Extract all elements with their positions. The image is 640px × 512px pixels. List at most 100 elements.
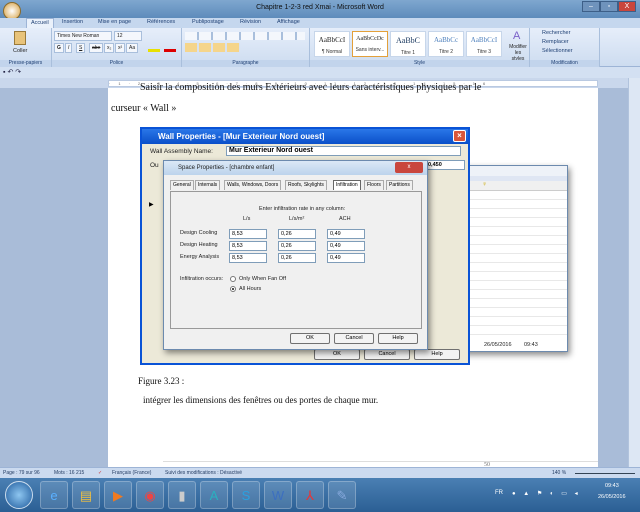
tab-revision[interactable]: Révision — [240, 19, 261, 25]
chrome-icon[interactable]: ◉ — [136, 481, 164, 509]
title-bar: Chapitre 1-2-3 red Xmai - Microsoft Word… — [0, 0, 640, 20]
replace-button[interactable]: Remplacer — [542, 39, 569, 45]
clipboard-label: Presse-papiers — [0, 60, 51, 67]
highlight-icon[interactable] — [148, 43, 160, 52]
tab-references[interactable]: Références — [147, 19, 175, 25]
tray-icons[interactable]: ● ▲ ⚑ ◐ ▭ ◂ — [512, 490, 581, 497]
word-icon[interactable]: W — [264, 481, 292, 509]
file-explorer-icon[interactable]: ▤ — [72, 481, 100, 509]
cooling-ach-input[interactable]: 0,49 — [327, 229, 365, 239]
strikethrough-button[interactable]: abe — [89, 43, 104, 53]
wall-cancel-button[interactable]: Cancel — [364, 349, 410, 360]
close-button[interactable]: x — [395, 162, 423, 173]
tab-accueil[interactable]: Accueil — [26, 18, 54, 28]
figure-caption: Figure 3.23 : — [138, 376, 185, 386]
help-button[interactable]: Help — [378, 333, 418, 344]
autodesk-icon[interactable]: A — [200, 481, 228, 509]
word-count[interactable]: Mots : 16 215 — [54, 468, 84, 478]
select-button[interactable]: Sélectionner — [542, 48, 573, 54]
tab-floors[interactable]: Floors — [364, 180, 384, 190]
styles-a-icon: A — [513, 30, 521, 42]
column-ach: ACH — [339, 216, 351, 222]
energy-ls-input[interactable]: 8,53 — [229, 253, 267, 263]
wall-name-input[interactable]: Mur Exterieur Nord ouest — [226, 146, 461, 156]
acrobat-icon[interactable]: ⅄ — [296, 481, 324, 509]
tab-partitions[interactable]: Partitions — [386, 180, 413, 190]
energy-ach-input[interactable]: 0,49 — [327, 253, 365, 263]
ribbon-tabs: Accueil Insertion Mise en page Référence… — [0, 18, 640, 28]
key-icon[interactable]: ♀ — [482, 181, 487, 188]
style-title3[interactable]: AaBbCcI Titre 3 — [466, 31, 502, 57]
cooling-lsm2-input[interactable]: 0,26 — [278, 229, 316, 239]
heating-ls-input[interactable]: 8,53 — [229, 241, 267, 251]
paste-icon — [14, 31, 26, 45]
style-title2[interactable]: AaBbCc Titre 2 — [428, 31, 464, 57]
save-icon[interactable]: ▪ — [3, 69, 5, 76]
subscript-button[interactable]: x₂ — [104, 43, 115, 53]
wall-help-button[interactable]: Help — [414, 349, 460, 360]
u-value-field[interactable]: 0,450 — [425, 160, 465, 170]
vertical-scrollbar[interactable] — [628, 78, 640, 467]
ok-button[interactable]: OK — [290, 333, 330, 344]
find-button[interactable]: Rechercher — [542, 30, 570, 36]
tab-roofs[interactable]: Roofs, Skylights — [285, 180, 327, 190]
start-button[interactable] — [5, 481, 33, 509]
italic-button[interactable]: I — [65, 43, 73, 53]
underline-button[interactable]: S — [76, 43, 86, 53]
tab-affichage[interactable]: Affichage — [277, 19, 300, 25]
media-player-icon[interactable]: ▶ — [104, 481, 132, 509]
heating-lsm2-input[interactable]: 0,26 — [278, 241, 316, 251]
option-all-hours[interactable]: All Hours — [239, 286, 261, 292]
change-case-button[interactable]: Aa — [126, 43, 139, 53]
close-button[interactable]: X — [618, 1, 636, 12]
clock-date[interactable]: 26/05/2016 — [598, 494, 626, 500]
cooling-ls-input[interactable]: 8,53 — [229, 229, 267, 239]
skype-icon[interactable]: S — [232, 481, 260, 509]
close-button[interactable]: × — [453, 130, 466, 142]
option-fan-off[interactable]: Only When Fan Off — [239, 276, 286, 282]
alignment-buttons[interactable] — [185, 43, 240, 52]
track-changes[interactable]: Suivi des modifications : Désactivé — [165, 468, 242, 478]
wall-ok-button[interactable]: OK — [314, 349, 360, 360]
minimize-button[interactable]: – — [582, 1, 600, 12]
font-name-select[interactable]: Times New Roman — [54, 31, 112, 41]
tab-walls[interactable]: Walls, Windows, Doors — [224, 180, 282, 190]
tab-internals[interactable]: Internals — [195, 180, 221, 190]
heating-ach-input[interactable]: 0,49 — [327, 241, 365, 251]
clock-time[interactable]: 09:43 — [605, 483, 619, 489]
hap-icon[interactable]: ✎ — [328, 481, 356, 509]
radio-all-hours[interactable] — [230, 286, 236, 292]
superscript-button[interactable]: x² — [115, 43, 126, 53]
tab-insertion[interactable]: Insertion — [62, 19, 83, 25]
cancel-button[interactable]: Cancel — [334, 333, 374, 344]
style-no-spacing[interactable]: AaBbCcDc Sans interv... — [352, 31, 388, 57]
dark-app-icon[interactable]: ▮ — [168, 481, 196, 509]
internet-explorer-icon[interactable]: e — [40, 481, 68, 509]
space-properties-dialog: Space Properties - [chambre enfant] x Ge… — [163, 160, 428, 350]
wall-dialog-title: Wall Properties - [Mur Exterieur Nord ou… — [158, 132, 325, 141]
font-group: Times New Roman 12 G I S abe x₂ x² Aa Po… — [52, 28, 182, 67]
energy-lsm2-input[interactable]: 0,26 — [278, 253, 316, 263]
tab-general[interactable]: General — [170, 180, 194, 190]
zoom-level[interactable]: 140 % — [552, 468, 566, 478]
redo-icon[interactable]: ↷ — [15, 69, 21, 76]
style-title1[interactable]: AaBbC Titre 1 — [390, 31, 426, 57]
paragraph-buttons-row1[interactable] — [185, 32, 305, 40]
paste-button[interactable]: Coller — [13, 48, 27, 54]
ribbon: Coller Presse-papiers Times New Roman 12… — [0, 28, 640, 67]
language[interactable]: Français (France) — [112, 468, 151, 478]
font-color-icon[interactable] — [164, 43, 176, 52]
tab-publipostage[interactable]: Publipostage — [192, 19, 224, 25]
radio-fan-off[interactable] — [230, 276, 236, 282]
font-size-select[interactable]: 12 — [114, 31, 142, 41]
tab-mise-en-page[interactable]: Mise en page — [98, 19, 131, 25]
proofing-icon[interactable]: ✓ — [98, 468, 102, 478]
page-count[interactable]: Page : 79 sur 96 — [3, 468, 40, 478]
bold-button[interactable]: G — [54, 43, 64, 53]
tab-infiltration[interactable]: Infiltration — [333, 180, 361, 190]
language-indicator[interactable]: FR — [495, 490, 503, 496]
maximize-button[interactable]: ▫ — [600, 1, 618, 12]
undo-icon[interactable]: ↶ — [7, 69, 13, 76]
style-normal[interactable]: AaBbCcI ¶ Normal — [314, 31, 350, 57]
zoom-slider[interactable] — [575, 473, 635, 474]
